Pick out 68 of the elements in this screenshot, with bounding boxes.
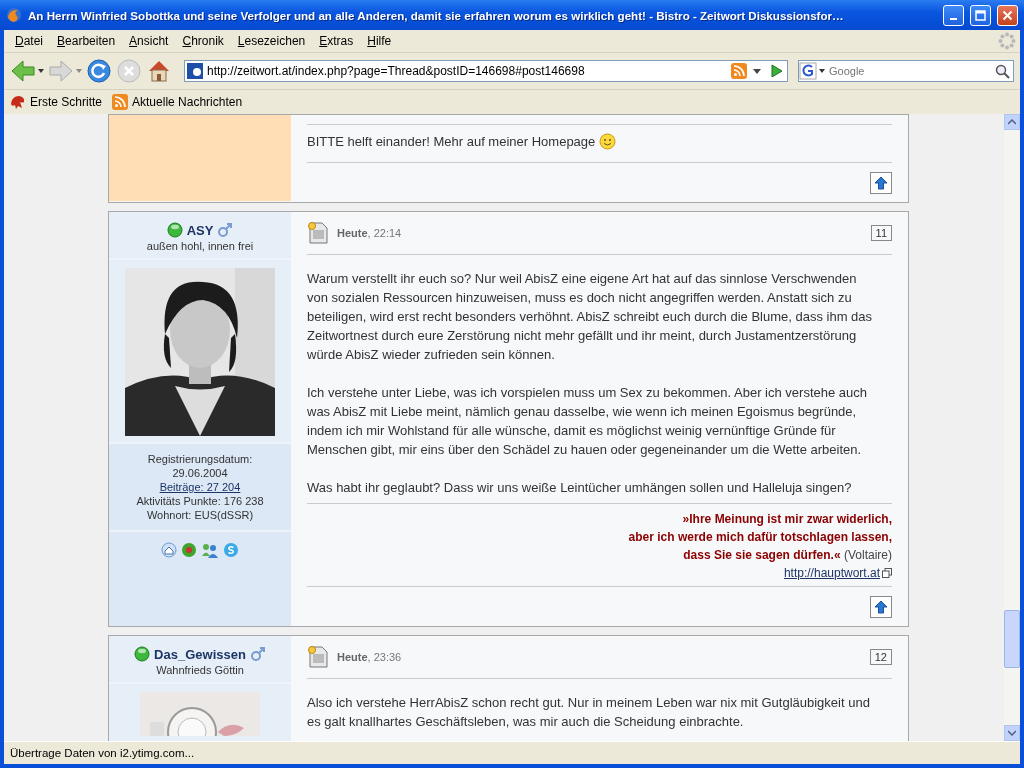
throbber-icon — [998, 32, 1016, 50]
bookmark-item[interactable]: Aktuelle Nachrichten — [112, 94, 243, 110]
arrow-up-icon — [874, 176, 888, 190]
minimize-icon — [950, 18, 957, 20]
post-date: Heute, 23:36 — [337, 651, 402, 663]
menu-item[interactable]: Extras — [312, 32, 361, 50]
scroll-to-top-button[interactable] — [870, 172, 892, 194]
home-icon[interactable] — [161, 542, 177, 558]
registration-label: Registrierungsdatum: — [147, 452, 253, 466]
address-bar[interactable]: http://zeitwort.at/index.php?page=Thread&postID=146698#post146698 — [184, 60, 788, 82]
external-link-icon — [882, 568, 892, 578]
quote-line: aber ich werde mich dafür totschlagen lassen, — [628, 529, 892, 546]
scrollbar[interactable] — [1004, 114, 1020, 741]
signature-text: BITTE helft einander! Mehr auf meiner Homepage — [307, 134, 596, 149]
menu-item[interactable]: Hilfe — [360, 32, 399, 50]
male-icon — [249, 646, 266, 662]
back-button[interactable] — [10, 59, 44, 83]
user-title: Wahnfrieds Göttin — [156, 664, 244, 676]
close-icon — [1002, 9, 1013, 21]
status-text: Übertrage Daten von i2.ytimg.com... — [10, 747, 195, 759]
post-date: Heute, 22:14 — [337, 227, 402, 239]
menu-item[interactable]: Ansicht — [122, 32, 176, 50]
quote-line: dass Sie sie sagen dürfen.« — [683, 548, 841, 562]
location-text: Wohnort: EUS(dSSR) — [146, 508, 254, 522]
post-icon — [307, 645, 329, 669]
reload-button[interactable] — [86, 58, 112, 84]
quote-line: »Ihre Meinung ist mir zwar widerlich, — [682, 511, 892, 528]
menu-item[interactable]: Bearbeiten — [50, 32, 123, 50]
scroll-up-icon[interactable] — [1008, 119, 1016, 125]
post-icon — [307, 221, 329, 245]
post-paragraph: Warum verstellt ihr euch so? Nur weil AbisZ eine eigene Art hat auf das sinnlose Verschwenden von sozialen Ressourcen hinzuweisen, muss es doch nicht angegriffen werden. Anstatt sich zu beteiligen, wird erst recht besonders verhöhnt. AbisZ schreibt euch durch die Blume, dass ihm das Zeitwortnest durch eure Zerstörung nicht mehr gefällt und ihr meint, durch Justamentzerstörung würde AbisZ wieder zufrieden sein können. — [307, 270, 874, 364]
search-engine-icon[interactable] — [799, 62, 827, 80]
window-title: An Herrn Winfried Sobottka und seine Verfolger und an alle Anderen, damit sie erfahren worum es wirklich geht! - Bistro - Zeitwort Diskussionsfor… — [28, 8, 845, 22]
people-icon[interactable] — [201, 542, 219, 558]
user-title: außen hohl, innen frei — [146, 240, 254, 252]
bookmark-item[interactable]: Erste Schritte — [10, 94, 103, 110]
maximize-button[interactable] — [970, 4, 991, 26]
scroll-to-top-button[interactable] — [870, 596, 892, 618]
scroll-down-icon[interactable] — [1008, 730, 1016, 736]
close-button[interactable] — [997, 4, 1018, 26]
homepage-link[interactable]: http://hauptwort.at — [783, 564, 880, 582]
maximize-icon — [975, 9, 986, 21]
skype-icon[interactable] — [223, 542, 239, 558]
menu-item[interactable]: Datei — [8, 32, 51, 50]
post-number[interactable]: 12 — [869, 649, 892, 665]
username[interactable]: ASY — [186, 222, 214, 238]
menu-item[interactable]: Lesezeichen — [230, 32, 313, 50]
flower-icon[interactable] — [181, 542, 197, 558]
post-paragraph: Also ich verstehe HerrAbisZ schon recht gut. Nur in meinem Leben war nix mit Gutgläubigkeit und es galt knallhartes Geschäftsleben, was mir auch die Scheidung einbrachte. — [307, 694, 871, 731]
site-icon — [187, 63, 203, 79]
post-number[interactable]: 11 — [870, 225, 892, 241]
bookmark-icon — [10, 94, 26, 110]
activity-points: Aktivitäts Punkte: 176 238 — [136, 494, 264, 508]
smiley-icon — [599, 133, 617, 150]
post-paragraph: Was habt ihr geglaubt? Dass wir uns weiße Leintücher umhängen sollen und Halleluja singen? — [307, 479, 853, 497]
male-icon — [217, 222, 234, 238]
post-paragraph: Ich verstehe unter Liebe, was ich vorspielen muss um Sex zu bekommen. Aber ich verstehe auch was AbisZ mit Liebe meint, nämlich genau dasselbe, wie wenn ich meinen Egoismus begründe, indem ich mir Wohlstand für alle wünsche, damit es möglichst weinig vernünftige Gründe für Menschen gibt, mir eins über den Schädel zu hauen oder gegeneinander um die Wette arbeiten. — [307, 384, 868, 459]
scrollbar-thumb[interactable] — [1004, 610, 1020, 668]
arrow-up-icon — [874, 600, 888, 614]
minimize-button[interactable] — [943, 4, 964, 26]
username[interactable]: Das_Gewissen — [154, 646, 246, 662]
browser-logo-icon — [6, 7, 22, 23]
registration-date: 29.06.2004 — [172, 466, 228, 480]
menu-item[interactable]: Chronik — [175, 32, 231, 50]
quote-source: (Voltaire) — [843, 548, 892, 562]
search-bar[interactable]: Google — [798, 60, 1014, 82]
posts-count-link[interactable]: Beiträge: 27 204 — [159, 480, 241, 494]
rss-icon — [112, 94, 129, 110]
